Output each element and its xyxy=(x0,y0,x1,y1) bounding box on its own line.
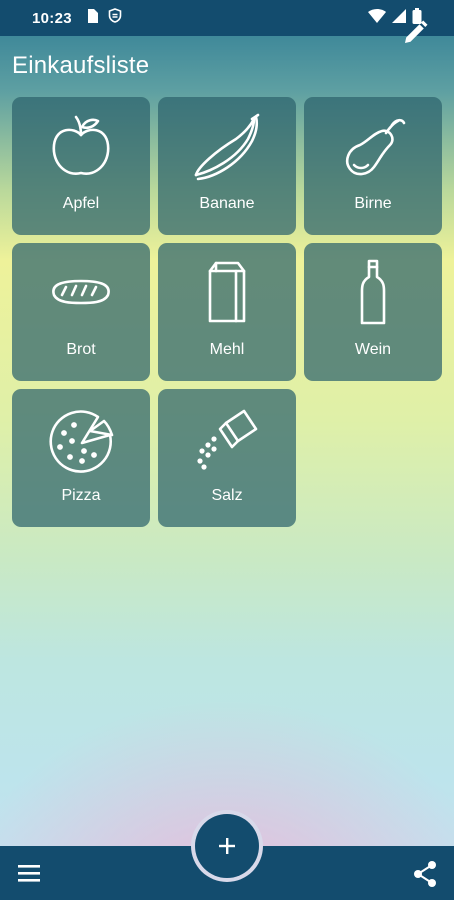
item-label: Mehl xyxy=(209,341,245,358)
apple-icon xyxy=(12,113,150,183)
app-header: Einkaufsliste xyxy=(0,36,454,96)
item-label: Banane xyxy=(199,195,255,212)
add-button[interactable] xyxy=(195,814,259,878)
share-icon xyxy=(414,861,436,887)
item-tile-birne[interactable]: Birne xyxy=(304,97,442,235)
item-grid: Apfel Banane Birne Brot Mehl Wein Pizza … xyxy=(12,97,442,527)
menu-button[interactable] xyxy=(16,862,42,884)
sim-card-icon xyxy=(86,8,98,28)
item-label: Birne xyxy=(354,195,392,212)
wine-bottle-icon xyxy=(304,259,442,329)
pizza-icon xyxy=(12,405,150,475)
status-bar: 10:23 xyxy=(0,0,454,36)
banana-icon xyxy=(158,113,296,183)
item-tile-pizza[interactable]: Pizza xyxy=(12,389,150,527)
item-label: Apfel xyxy=(62,195,100,212)
item-label: Salz xyxy=(211,487,243,504)
menu-icon xyxy=(18,865,40,882)
item-label: Wein xyxy=(354,341,392,358)
edit-button[interactable] xyxy=(402,20,428,46)
pear-icon xyxy=(304,113,442,183)
status-time: 10:23 xyxy=(32,9,72,27)
item-tile-mehl[interactable]: Mehl xyxy=(158,243,296,381)
share-button[interactable] xyxy=(412,860,438,888)
page-title: Einkaufsliste xyxy=(12,52,150,79)
item-tile-brot[interactable]: Brot xyxy=(12,243,150,381)
item-label: Brot xyxy=(66,341,96,358)
salt-shaker-icon xyxy=(158,405,296,475)
item-tile-apfel[interactable]: Apfel xyxy=(12,97,150,235)
item-label: Pizza xyxy=(61,487,101,504)
wifi-icon xyxy=(368,8,386,28)
shield-icon xyxy=(108,8,122,28)
item-tile-salz[interactable]: Salz xyxy=(158,389,296,527)
flour-bag-icon xyxy=(158,259,296,329)
app-background: 10:23 Einkaufsliste Apfel Banane Birne B… xyxy=(0,0,454,900)
plus-icon xyxy=(219,838,235,854)
item-tile-banane[interactable]: Banane xyxy=(158,97,296,235)
bread-icon xyxy=(12,259,150,329)
item-tile-wein[interactable]: Wein xyxy=(304,243,442,381)
pencil-icon xyxy=(405,20,428,43)
